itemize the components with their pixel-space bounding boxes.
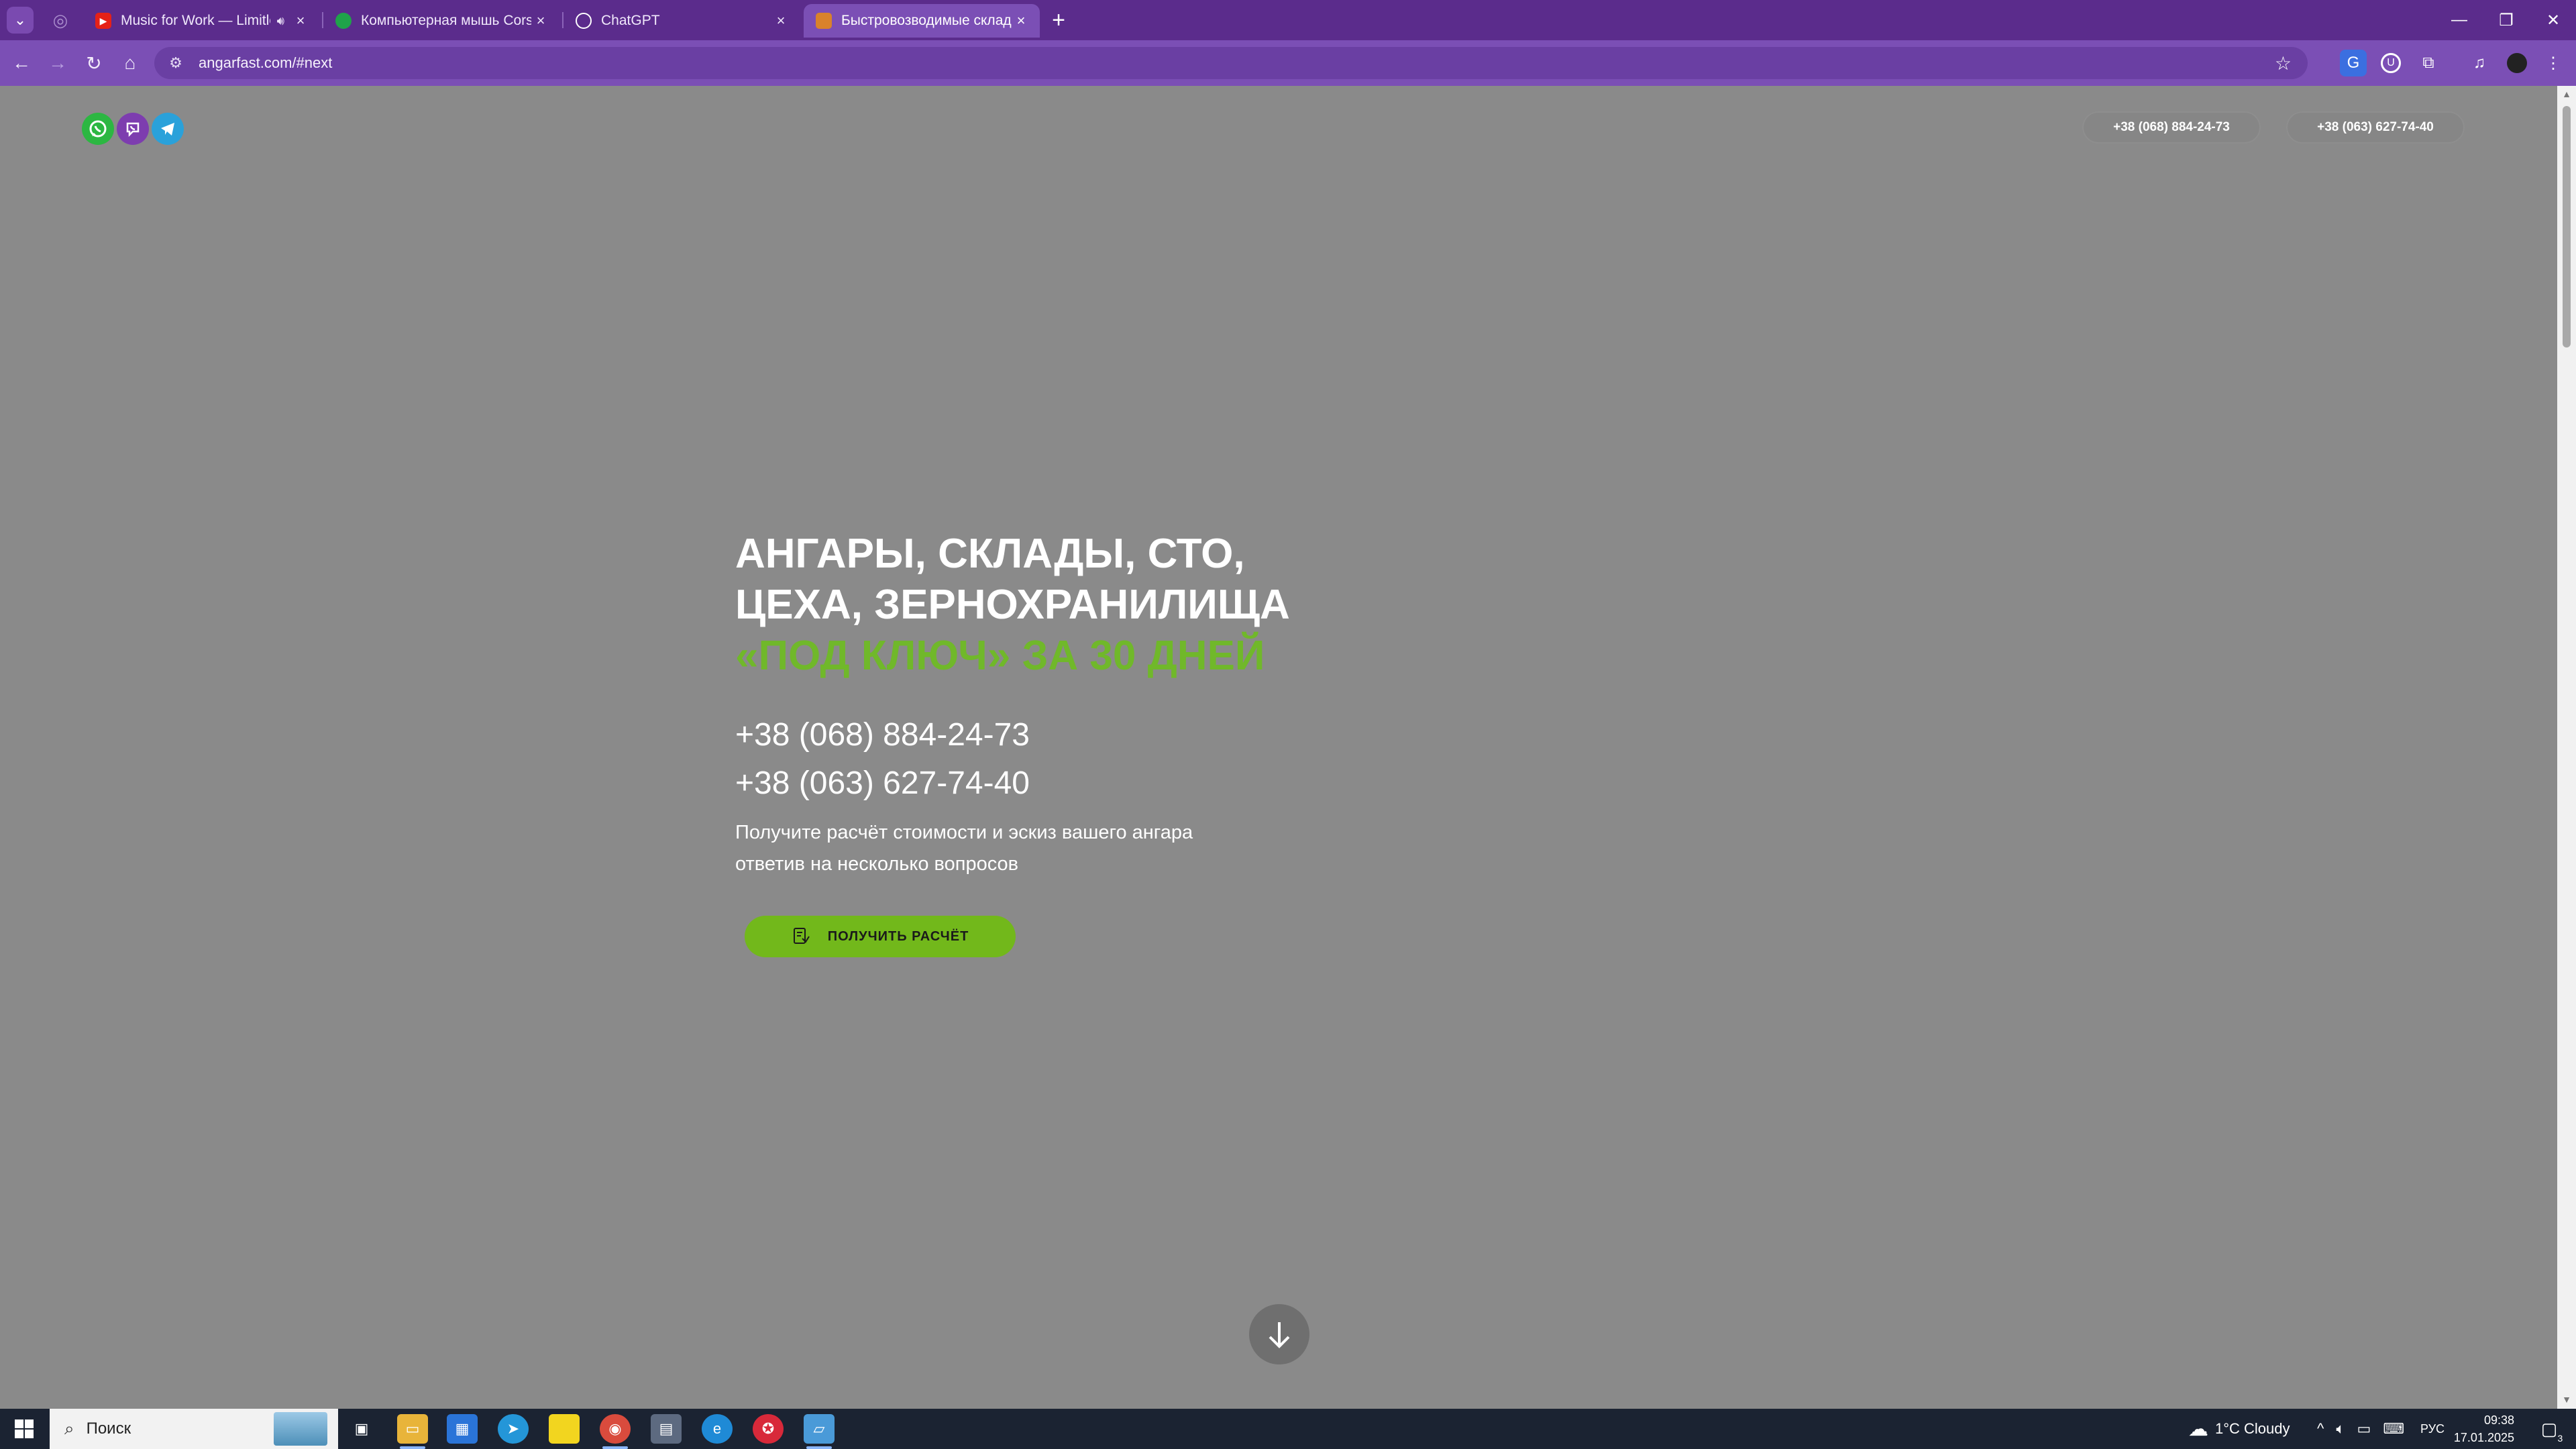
menu-dots-icon[interactable]: ⋮ [2540, 50, 2567, 76]
close-tab-icon[interactable]: × [771, 12, 790, 30]
hero-phone-2[interactable]: +38 (063) 627-74-40 [735, 765, 1030, 802]
hero-description: Получите расчёт стоимости и эскиз вашего… [735, 822, 1193, 875]
tab-search-button[interactable]: ⌄ [7, 7, 34, 34]
close-tab-icon[interactable]: × [291, 12, 310, 30]
home-icon[interactable]: ⌂ [115, 48, 145, 78]
arrow-down-icon [1269, 1322, 1290, 1348]
search-highlight-image [274, 1412, 327, 1446]
site-info-icon[interactable]: ⚙︎ [162, 54, 189, 72]
hero-phone-1[interactable]: +38 (068) 884-24-73 [735, 716, 1030, 753]
new-tab-button[interactable]: + [1045, 7, 1072, 34]
active-indicator [806, 1446, 832, 1449]
hero-title-accent: «ПОД КЛЮЧ» ЗА 30 ДНЕЙ [735, 633, 1265, 679]
active-indicator [400, 1446, 425, 1449]
translate-extension-icon[interactable]: G [2340, 50, 2367, 76]
tab-angarfast[interactable]: Быстровозводимые склады и × [804, 4, 1040, 38]
restore-icon[interactable]: ❐ [2486, 5, 2526, 35]
scroll-up-arrow-icon[interactable]: ▲ [2561, 89, 2572, 99]
speaker-icon[interactable]: 🔊︎ [277, 14, 284, 28]
tab-strip: ⌄ ◎ ▶ Music for Work — Limitless 🔊︎ × Ко… [0, 0, 2576, 40]
site-icon [816, 13, 832, 29]
active-indicator [602, 1446, 628, 1449]
tab-music[interactable]: ▶ Music for Work — Limitless 🔊︎ × [83, 4, 319, 38]
file-explorer-icon[interactable]: ▭ [397, 1414, 428, 1444]
minimize-icon[interactable]: — [2439, 5, 2479, 35]
search-icon: ⌕ [64, 1418, 74, 1438]
telegram-app-icon[interactable]: ➤ [498, 1414, 529, 1444]
task-view-icon[interactable]: ▣ [346, 1414, 377, 1444]
youtube-icon: ▶ [95, 13, 111, 29]
windows-start-icon[interactable] [8, 1413, 40, 1445]
sticky-notes-icon[interactable] [549, 1414, 580, 1444]
edge-icon[interactable]: e [702, 1414, 733, 1444]
back-icon[interactable]: ← [7, 48, 36, 78]
clock[interactable]: 09:38 17.01.2025 [2454, 1409, 2514, 1449]
site-icon [335, 13, 352, 29]
address-bar[interactable]: ⚙︎ angarfast.com/#next ☆ [154, 47, 2308, 79]
page-content: +38 (068) 884-24-73 +38 (063) 627-74-40 … [0, 86, 2557, 1409]
get-quote-button[interactable]: ПОЛУЧИТЬ РАСЧЁТ [745, 916, 1016, 957]
extensions-puzzle-icon[interactable]: ⧉ [2415, 50, 2442, 76]
telegram-icon[interactable] [152, 113, 184, 145]
header-phone-2[interactable]: +38 (063) 627-74-40 [2286, 111, 2465, 144]
close-tab-icon[interactable]: × [1012, 12, 1030, 30]
forward-icon[interactable]: → [43, 48, 72, 78]
pinned-tab[interactable]: ◎ [47, 8, 74, 32]
reload-icon[interactable]: ↻ [79, 48, 109, 78]
hero-title: АНГАРЫ, СКЛАДЫ, СТО, ЦЕХА, ЗЕРНОХРАНИЛИЩ… [735, 529, 1540, 682]
app-red-icon[interactable]: ✪ [753, 1414, 784, 1444]
scroll-down-arrow-icon[interactable]: ▼ [2561, 1394, 2572, 1405]
browser-toolbar: ← → ↻ ⌂ ⚙︎ angarfast.com/#next ☆ G U ⧉ ♫… [0, 40, 2576, 86]
windows-taskbar: ⌕ Поиск ▣ ▭ ▦ ➤ ◉ ▤ e ✪ ▱ ☁ 1°C Cloudy ^… [0, 1409, 2576, 1449]
scroll-down-button[interactable] [1249, 1304, 1309, 1364]
taskbar-search[interactable]: ⌕ Поиск [50, 1409, 338, 1449]
app-icon[interactable]: ▤ [651, 1414, 682, 1444]
store-icon[interactable]: ▦ [447, 1414, 478, 1444]
header-phone-1[interactable]: +38 (068) 884-24-73 [2082, 111, 2261, 144]
cloud-icon: ☁ [2188, 1417, 2208, 1440]
viber-icon[interactable] [117, 113, 149, 145]
close-tab-icon[interactable]: × [531, 12, 550, 30]
profile-avatar[interactable] [2504, 50, 2530, 76]
chatgpt-icon [576, 13, 592, 29]
weather-widget[interactable]: ☁ 1°C Cloudy [2188, 1409, 2290, 1449]
shield-extension-icon[interactable]: U [2377, 50, 2404, 76]
tray-icons[interactable]: ^ 🔈︎ ▭ ⌨︎ [2317, 1409, 2404, 1449]
scroll-thumb[interactable] [2563, 106, 2571, 347]
notepad-icon[interactable]: ▱ [804, 1414, 835, 1444]
tab-chatgpt[interactable]: ChatGPT × [564, 4, 800, 38]
volume-icon[interactable]: 🔈︎ [2336, 1420, 2345, 1438]
bookmark-star-icon[interactable]: ☆ [2275, 52, 2292, 74]
language-indicator[interactable]: РУС [2420, 1409, 2445, 1449]
url-text[interactable]: angarfast.com/#next [199, 54, 332, 72]
notification-center-icon[interactable]: ▢ 3 [2530, 1409, 2568, 1449]
calculator-icon [793, 928, 810, 944]
notification-count: 3 [2557, 1432, 2563, 1444]
media-control-icon[interactable]: ♫ [2466, 50, 2493, 76]
chevron-up-icon[interactable]: ^ [2317, 1420, 2324, 1438]
tab-corsair-mouse[interactable]: Компьютерная мышь Corsair × [323, 4, 559, 38]
network-icon[interactable]: ⌨︎ [2383, 1420, 2404, 1438]
display-icon[interactable]: ▭ [2357, 1420, 2371, 1438]
close-window-icon[interactable]: ✕ [2533, 5, 2573, 35]
chrome-icon[interactable]: ◉ [600, 1414, 631, 1444]
page-scrollbar[interactable]: ▲ ▼ [2557, 86, 2576, 1409]
globe-icon: ◎ [52, 9, 68, 30]
whatsapp-icon[interactable] [82, 113, 114, 145]
